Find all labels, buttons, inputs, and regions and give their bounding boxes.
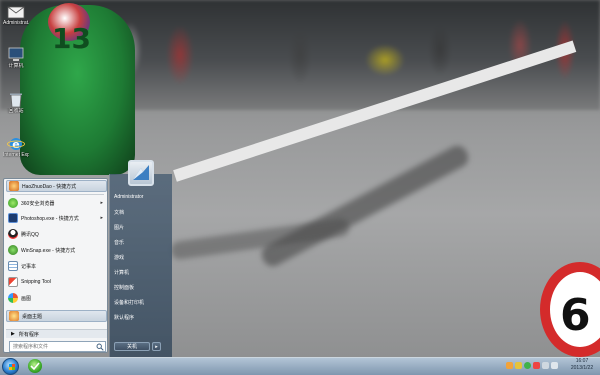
start-menu: HaoZhuoDao - 快捷方式 360安全浏览器 ▸ Photoshop.e… <box>0 160 172 357</box>
start-menu-item-haozhuodao[interactable]: HaoZhuoDao - 快捷方式 <box>6 180 107 192</box>
start-menu-search-box[interactable] <box>9 341 106 352</box>
wallpaper-skid-mark <box>169 217 351 261</box>
desktop-icon-label: 回收站 <box>8 108 24 114</box>
tray-360-icon[interactable] <box>524 362 531 369</box>
start-menu-item-360-browser[interactable]: 360安全浏览器 ▸ <box>6 197 107 209</box>
places-item-documents[interactable]: 文档 <box>114 209 124 216</box>
start-menu-item-paint[interactable]: 画图 <box>6 292 107 304</box>
start-menu-item-label: 记事本 <box>21 263 37 270</box>
shutdown-options-button[interactable]: ▸ <box>152 342 161 351</box>
user-avatar[interactable] <box>128 160 154 186</box>
start-menu-item-label: Photoshop.exe - 快捷方式 <box>21 215 79 222</box>
start-menu-item-winsnap[interactable]: WinSnap.exe - 快捷方式 <box>6 244 107 256</box>
browser-360-icon <box>8 198 18 208</box>
places-item-computer[interactable]: 计算机 <box>114 269 129 276</box>
submenu-arrow-icon: ▸ <box>100 200 103 206</box>
photoshop-icon <box>8 213 18 223</box>
desktop-theme-icon <box>9 311 19 321</box>
computer-icon <box>8 47 24 61</box>
tray-input-method-icon[interactable] <box>506 362 513 369</box>
start-menu-item-photoshop[interactable]: Photoshop.exe - 快捷方式 ▸ <box>6 212 107 224</box>
taskbar-app-360-browser[interactable] <box>28 359 42 373</box>
desktop-icon-label: Internet Explorer <box>3 152 29 158</box>
recycle-bin-icon <box>10 93 22 108</box>
start-menu-item-label: HaoZhuoDao - 快捷方式 <box>22 183 77 190</box>
places-item-administrator[interactable]: Administrator <box>114 194 143 200</box>
tray-security-icon[interactable] <box>515 362 522 369</box>
tray-flag-icon[interactable] <box>533 362 540 369</box>
menu-separator <box>10 194 104 195</box>
start-menu-programs-pane: HaoZhuoDao - 快捷方式 360安全浏览器 ▸ Photoshop.e… <box>3 178 108 353</box>
start-menu-item-label: WinSnap.exe - 快捷方式 <box>21 247 76 254</box>
user-app-icon <box>9 181 19 191</box>
desktop-icon-recycle-bin[interactable]: 回收站 <box>3 92 29 114</box>
places-item-default-programs[interactable]: 默认程序 <box>114 314 134 321</box>
places-item-control-panel[interactable]: 控制面板 <box>114 284 134 291</box>
svg-text:e: e <box>12 138 19 151</box>
start-menu-item-notepad[interactable]: 记事本 <box>6 260 107 272</box>
all-programs-button[interactable]: ▶ 所有程序 <box>6 329 107 338</box>
start-menu-item-snipping-tool[interactable]: Snipping Tool <box>6 276 107 288</box>
taskbar-clock[interactable]: 16:07 2013/1/22 <box>566 358 598 372</box>
wallpaper-skid-mark <box>258 142 472 270</box>
browser-360-icon <box>30 362 40 371</box>
shutdown-button[interactable]: 关机 <box>114 342 150 351</box>
expand-arrow-icon: ▶ <box>11 331 15 337</box>
places-item-games[interactable]: 游戏 <box>114 254 124 261</box>
paint-icon <box>8 293 18 303</box>
all-programs-label: 所有程序 <box>18 331 39 338</box>
desktop-icon-internet-explorer[interactable]: e Internet Explorer <box>3 136 29 158</box>
desktop-icon-administrator[interactable]: Administrat... <box>3 4 29 26</box>
tray-network-icon[interactable] <box>542 362 549 369</box>
desktop-icon-label: Administrat... <box>3 20 29 26</box>
submenu-arrow-icon: ▸ <box>100 215 103 221</box>
qq-icon <box>8 229 18 239</box>
start-menu-item-label: 画图 <box>21 295 32 302</box>
wallpaper-sign-number: 6 <box>560 290 591 341</box>
start-menu-places-pane: Administrator 文档 图片 音乐 游戏 计算机 控制面板 设备和打印… <box>109 160 172 357</box>
desktop-icon-computer[interactable]: 计算机 <box>3 47 29 69</box>
start-menu-item-label: Snipping Tool <box>21 279 51 285</box>
start-menu-item-qq[interactable]: 腾讯QQ <box>6 228 107 240</box>
ie-icon: e <box>7 138 25 151</box>
places-item-devices-printers[interactable]: 设备和打印机 <box>114 299 144 306</box>
clock-date: 2013/1/22 <box>570 365 594 371</box>
search-icon[interactable] <box>96 343 104 351</box>
start-menu-item-desktop-theme[interactable]: 桌面主题 <box>6 310 107 322</box>
tray-volume-icon[interactable] <box>551 362 558 369</box>
windows-logo-icon <box>9 364 15 370</box>
search-input[interactable] <box>10 342 96 351</box>
user-avatar-image-icon <box>133 165 149 180</box>
clock-time: 16:07 <box>575 358 589 364</box>
places-item-music[interactable]: 音乐 <box>114 239 124 246</box>
start-menu-item-label: 桌面主题 <box>22 313 43 320</box>
snipping-tool-icon <box>8 277 18 287</box>
start-menu-item-label: 腾讯QQ <box>21 231 39 238</box>
wallpaper-rider-number: 13 <box>52 22 91 55</box>
desktop-icon-label: 计算机 <box>8 63 24 69</box>
places-item-pictures[interactable]: 图片 <box>114 224 124 231</box>
winsnap-icon <box>8 245 18 255</box>
notepad-icon <box>8 261 18 271</box>
start-menu-item-label: 360安全浏览器 <box>21 200 55 207</box>
start-button[interactable] <box>2 358 19 375</box>
mail-icon <box>7 6 25 19</box>
